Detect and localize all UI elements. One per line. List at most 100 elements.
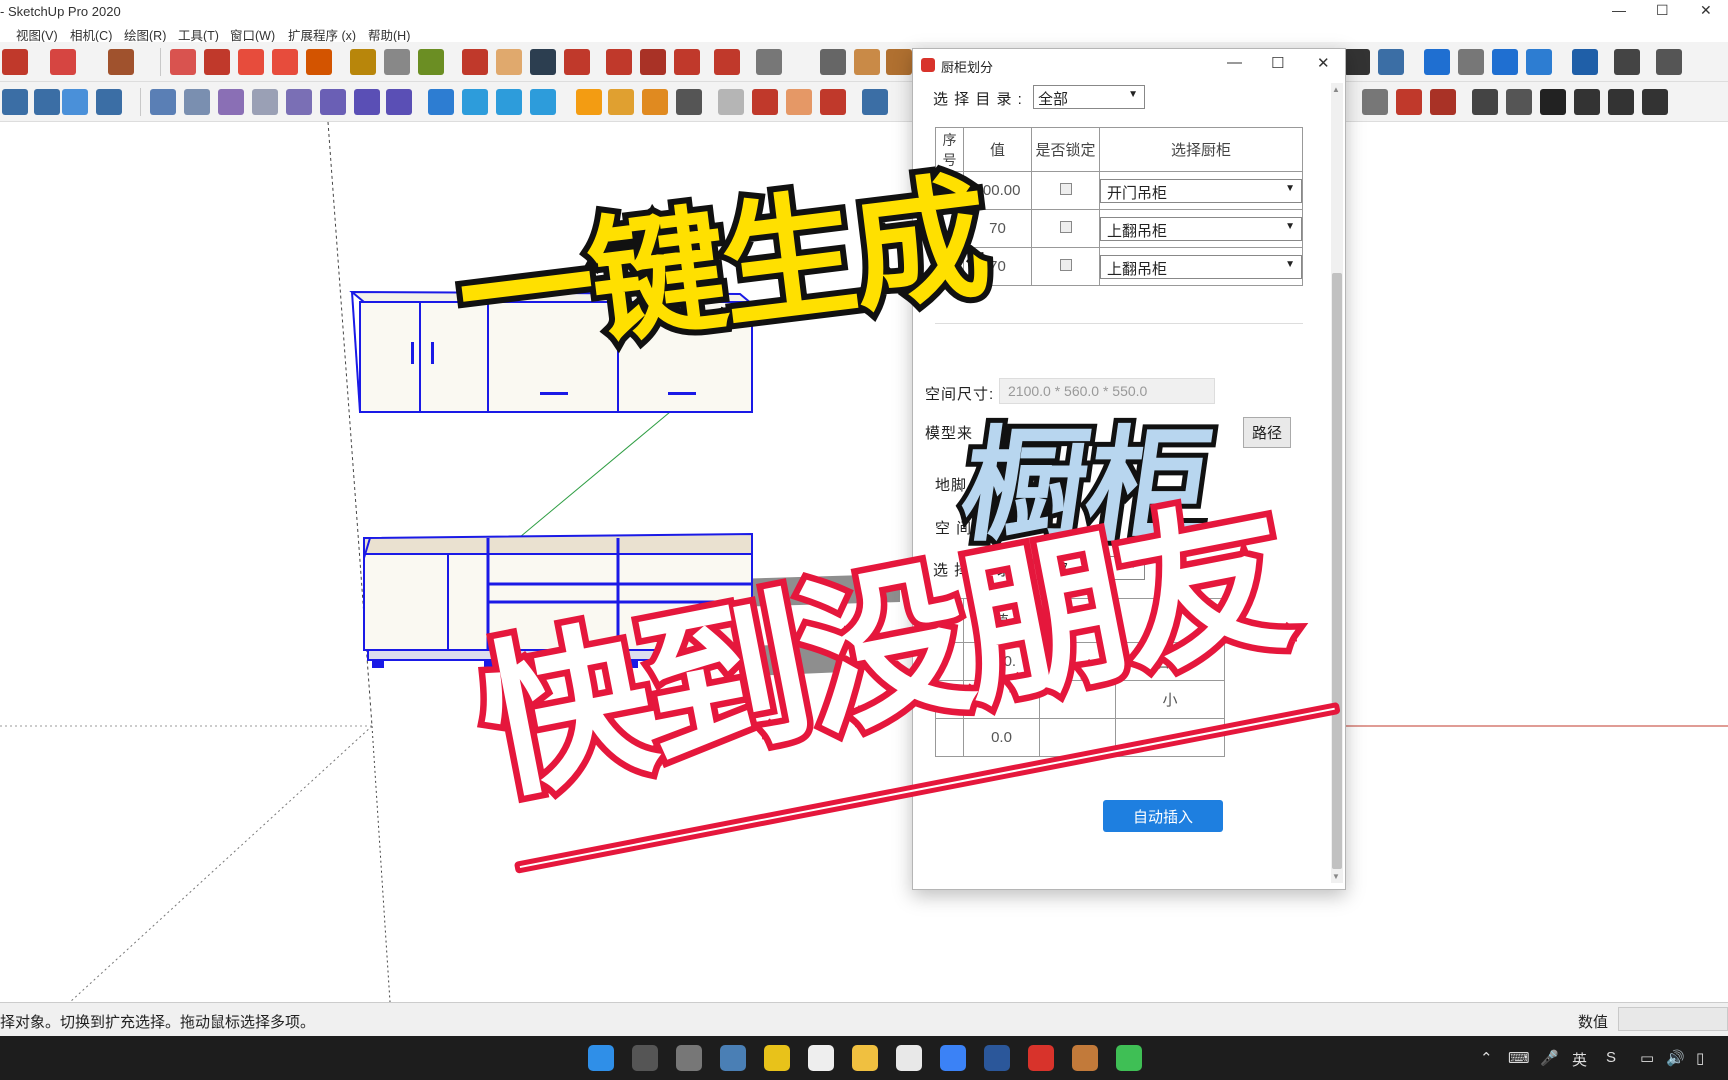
text-icon[interactable] <box>384 49 410 75</box>
arc-icon[interactable] <box>50 49 76 75</box>
package-icon[interactable] <box>576 89 602 115</box>
home-icon[interactable] <box>1540 89 1566 115</box>
gear-icon[interactable] <box>1656 49 1682 75</box>
minimize-icon[interactable]: — <box>1612 2 1626 18</box>
directory-select[interactable]: 全部 ▼ <box>1033 85 1145 109</box>
extension-warehouse-icon[interactable] <box>640 49 666 75</box>
cabinet-icon[interactable] <box>150 89 176 115</box>
paint-bucket-icon[interactable] <box>418 49 444 75</box>
notion-icon[interactable] <box>808 1045 834 1071</box>
account-icon[interactable] <box>756 49 782 75</box>
cloud-icon[interactable] <box>62 89 88 115</box>
minimize-icon[interactable]: — <box>1227 54 1242 71</box>
close-icon[interactable]: ✕ <box>1317 54 1330 72</box>
browser-icon[interactable] <box>764 1045 790 1071</box>
rotate-icon[interactable] <box>272 49 298 75</box>
bath-icon[interactable] <box>862 89 888 115</box>
ai-panel-icon[interactable] <box>286 89 312 115</box>
eraser-icon[interactable] <box>718 89 744 115</box>
sketchup-icon[interactable] <box>1028 1045 1054 1071</box>
door-pair-icon[interactable] <box>386 89 412 115</box>
zoom-icon[interactable] <box>530 49 556 75</box>
render-export-icon[interactable] <box>1396 89 1422 115</box>
start-icon[interactable] <box>588 1045 614 1071</box>
app-w-icon[interactable] <box>1072 1045 1098 1071</box>
close-icon[interactable]: ✕ <box>1700 2 1712 19</box>
image-icon[interactable] <box>96 89 122 115</box>
warehouse-icon[interactable] <box>606 49 632 75</box>
frame-icon[interactable] <box>252 89 278 115</box>
push-pull-icon[interactable] <box>170 49 196 75</box>
house-outline-icon[interactable] <box>1608 89 1634 115</box>
ai-icon[interactable] <box>1492 49 1518 75</box>
pan-icon[interactable] <box>496 49 522 75</box>
pencil-icon[interactable] <box>2 49 28 75</box>
house-front-icon[interactable] <box>1574 89 1600 115</box>
box-icon[interactable] <box>1378 49 1404 75</box>
word-icon[interactable] <box>984 1045 1010 1071</box>
fill-icon[interactable] <box>496 89 522 115</box>
edit-icon[interactable] <box>530 89 556 115</box>
shape-icon[interactable] <box>108 49 134 75</box>
task-view-icon[interactable] <box>676 1045 702 1071</box>
checker-icon[interactable] <box>676 89 702 115</box>
layout-icon[interactable] <box>674 49 700 75</box>
board-icon[interactable] <box>184 89 210 115</box>
volume-icon[interactable]: 🔊 <box>1666 1049 1685 1067</box>
tag-icon[interactable] <box>752 89 778 115</box>
book-icon[interactable] <box>1506 89 1532 115</box>
zoom-extents-icon[interactable] <box>564 49 590 75</box>
lock-checkbox[interactable] <box>1059 259 1072 271</box>
lock-checkbox[interactable] <box>1059 183 1072 195</box>
layer-icon[interactable] <box>1344 49 1370 75</box>
value-input[interactable] <box>1618 1007 1728 1031</box>
house-roof-icon[interactable] <box>1472 89 1498 115</box>
photos-icon[interactable] <box>896 1045 922 1071</box>
cabinet-select[interactable]: 上翻吊柜 ▼ <box>1100 216 1302 241</box>
panel-icon[interactable] <box>218 89 244 115</box>
scale-icon[interactable] <box>306 49 332 75</box>
garage-icon[interactable] <box>1642 89 1668 115</box>
battery-icon[interactable]: ▯ <box>1696 1049 1704 1067</box>
rotate90-icon[interactable] <box>608 89 634 115</box>
search-icon[interactable] <box>1572 49 1598 75</box>
tray-chevron-icon[interactable]: ⌃ <box>1480 1049 1493 1067</box>
render-icon[interactable] <box>1526 49 1552 75</box>
app-icon[interactable] <box>940 1045 966 1071</box>
lock-checkbox[interactable] <box>1059 221 1072 233</box>
plugin-tool-icon[interactable] <box>1424 49 1450 75</box>
stack-icon[interactable] <box>642 89 668 115</box>
auto-insert-button[interactable]: 自动插入 <box>1103 800 1223 832</box>
help-icon[interactable] <box>1614 49 1640 75</box>
plugin-cube-icon[interactable] <box>34 89 60 115</box>
ruby-icon[interactable] <box>714 49 740 75</box>
door-icon[interactable] <box>354 89 380 115</box>
display-icon[interactable]: ▭ <box>1640 1049 1654 1067</box>
cabinet-select[interactable]: 开门吊柜 ▼ <box>1100 178 1302 203</box>
keyboard-icon[interactable]: ⌨ <box>1508 1049 1530 1067</box>
wechat-icon[interactable] <box>1116 1045 1142 1071</box>
grid-view-icon[interactable] <box>820 49 846 75</box>
people-icon[interactable] <box>786 89 812 115</box>
tape-measure-icon[interactable] <box>350 49 376 75</box>
divide-icon[interactable] <box>462 89 488 115</box>
calculator-icon[interactable] <box>720 1045 746 1071</box>
plugin-box-icon[interactable] <box>2 89 28 115</box>
scroll-up-icon[interactable]: ▲ <box>1332 85 1340 94</box>
cabinet-select[interactable]: 上翻吊柜 ▼ <box>1100 254 1302 279</box>
orbit-icon[interactable] <box>462 49 488 75</box>
settings-gear-icon[interactable] <box>1458 49 1484 75</box>
curve-icon[interactable] <box>1362 89 1388 115</box>
file-explorer-icon[interactable] <box>852 1045 878 1071</box>
ab-panel-icon[interactable] <box>320 89 346 115</box>
scroll-thumb[interactable] <box>1332 273 1342 869</box>
dialog-scrollbar[interactable]: ▲ ▼ <box>1331 83 1343 883</box>
maximize-icon[interactable]: ☐ <box>1271 54 1284 72</box>
ime-icon[interactable]: 英 <box>1572 1049 1587 1070</box>
split-icon[interactable] <box>428 89 454 115</box>
search-icon[interactable] <box>632 1045 658 1071</box>
scroll-down-icon[interactable]: ▼ <box>1332 872 1340 881</box>
maximize-icon[interactable]: ☐ <box>1656 2 1669 19</box>
person-remove-icon[interactable] <box>820 89 846 115</box>
move-icon[interactable] <box>238 49 264 75</box>
